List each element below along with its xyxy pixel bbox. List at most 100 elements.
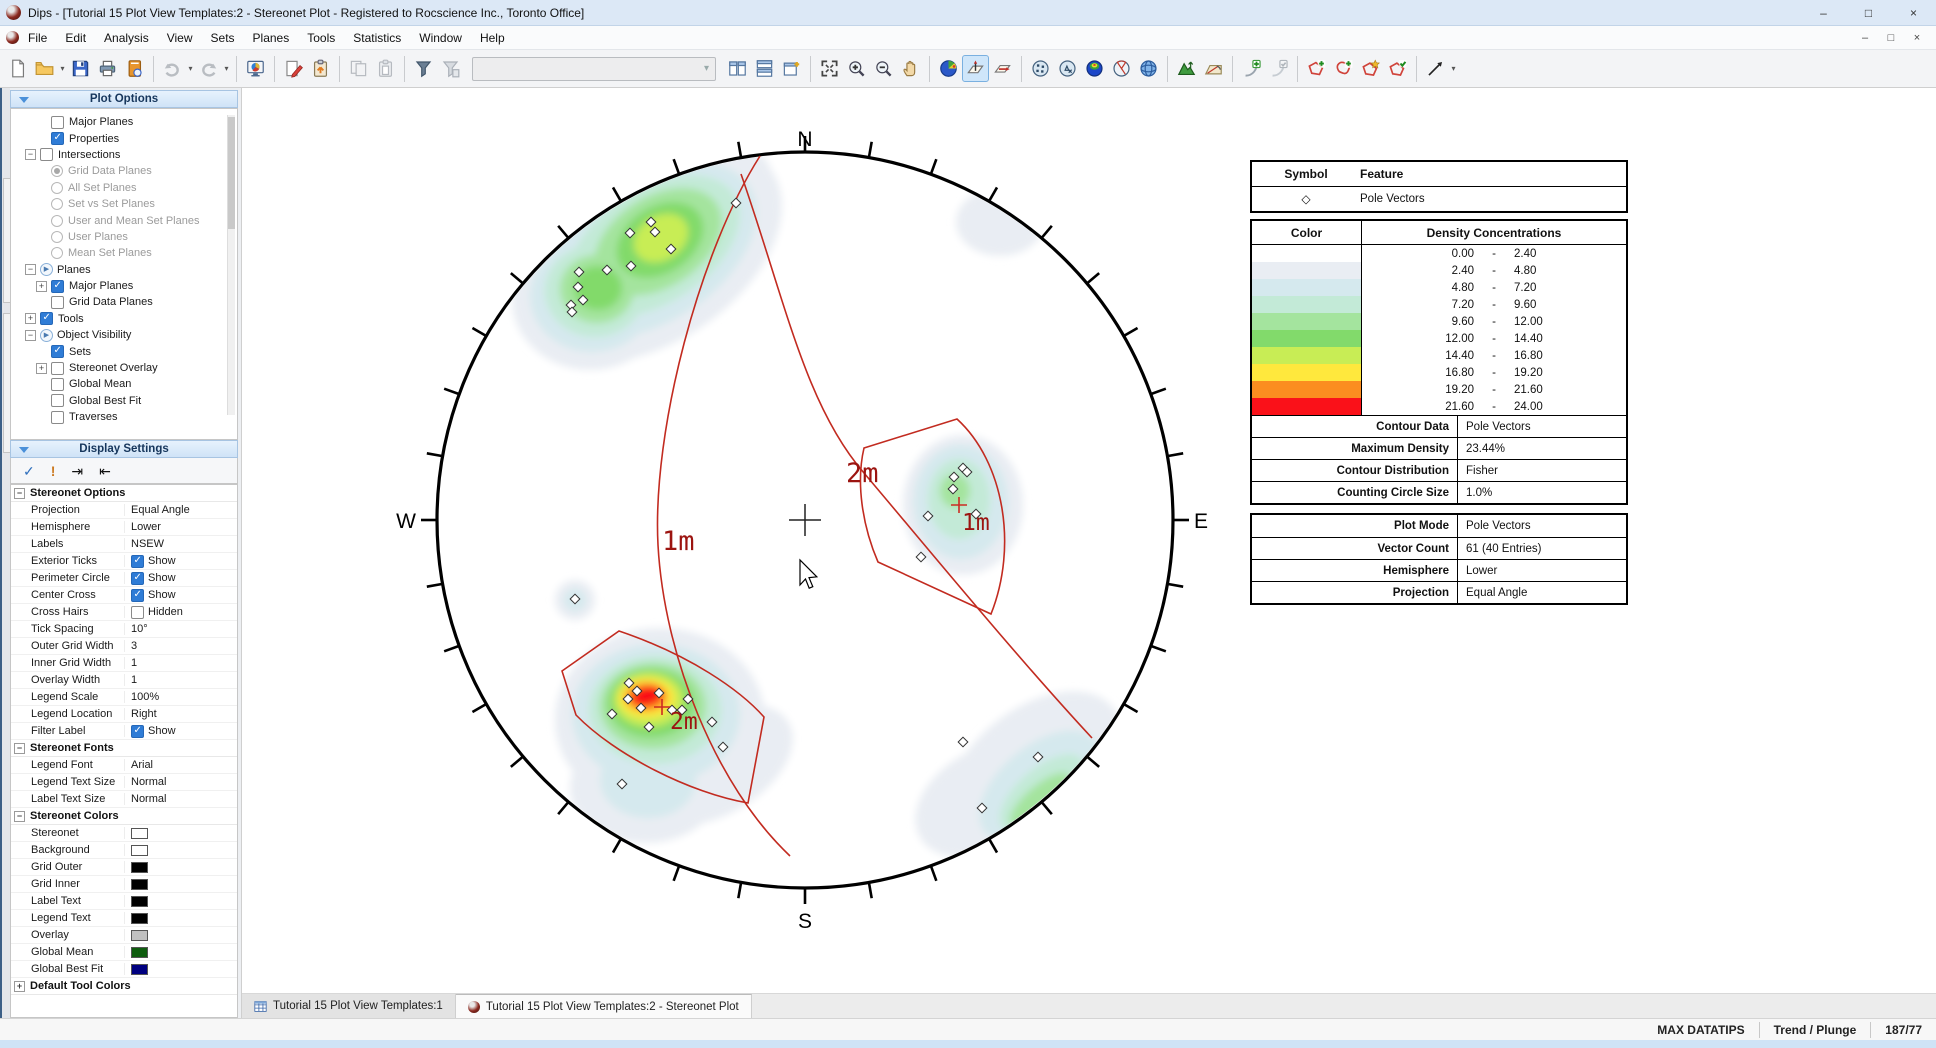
zoom-out-button[interactable] <box>870 55 897 82</box>
tick-spacing-value[interactable]: 10° <box>125 623 237 635</box>
stereonet-plot[interactable]: 1m 2m 1m 2m N S W E <box>242 88 1936 993</box>
mdi-restore-button[interactable]: □ <box>1878 32 1904 44</box>
checkbox[interactable] <box>51 377 64 391</box>
menu-sets[interactable]: Sets <box>202 28 244 48</box>
major-planes-plot-button[interactable] <box>989 55 1016 82</box>
filter-data-button[interactable] <box>410 55 437 82</box>
checkbox[interactable] <box>131 588 144 602</box>
menu-file[interactable]: File <box>19 28 56 48</box>
radio[interactable] <box>51 198 63 211</box>
legend-font-value[interactable]: Arial <box>125 759 237 771</box>
restore-button[interactable]: □ <box>1846 0 1891 26</box>
apply-warning-button[interactable]: ! <box>51 464 56 478</box>
section-default-tool-colors[interactable]: + Default Tool Colors <box>11 978 237 995</box>
tree-item-major-planes-2[interactable]: +Major Planes <box>11 278 237 294</box>
exterior-ticks-value[interactable]: Show <box>125 554 237 568</box>
checkbox[interactable] <box>131 605 144 619</box>
filter-query-button[interactable] <box>437 55 464 82</box>
save-button[interactable] <box>67 55 94 82</box>
tree-item-grid-data-planes-2[interactable]: Grid Data Planes <box>11 294 237 310</box>
color-swatch[interactable] <box>131 861 148 873</box>
checkbox[interactable] <box>51 132 64 146</box>
color-swatch[interactable] <box>131 878 148 890</box>
tree-item-global-best-fit[interactable]: Global Best Fit <box>11 393 237 409</box>
perimeter-circle-value[interactable]: Show <box>125 571 237 585</box>
tree-item-sets[interactable]: Sets <box>11 343 237 359</box>
cross-hairs-value[interactable]: Hidden <box>125 605 237 619</box>
center-cross-value[interactable]: Show <box>125 588 237 602</box>
expand-expander-icon[interactable]: + <box>36 362 47 374</box>
section-stereonet-fonts[interactable]: − Stereonet Fonts <box>11 740 237 757</box>
tree-item-major-planes[interactable]: Major Planes <box>11 114 237 130</box>
color-swatch[interactable] <box>131 912 148 924</box>
minimize-button[interactable]: – <box>1801 0 1846 26</box>
color-swatch[interactable] <box>131 895 148 907</box>
terrain-view-button[interactable] <box>1173 55 1200 82</box>
color-swatch[interactable] <box>131 929 148 941</box>
radio[interactable] <box>51 230 63 243</box>
menu-analysis[interactable]: Analysis <box>95 28 158 48</box>
print-button[interactable] <box>94 55 121 82</box>
zoom-extents-button[interactable] <box>816 55 843 82</box>
tree-item-object-visibility[interactable]: − ▶ Object Visibility <box>11 327 237 343</box>
collapse-expander-icon[interactable]: − <box>25 329 36 341</box>
tree-item-global-mean[interactable]: Global Mean <box>11 376 237 392</box>
tree-item-all-set-planes[interactable]: All Set Planes <box>11 180 237 196</box>
plot-options-header[interactable]: Plot Options <box>10 90 238 108</box>
new-window-button[interactable] <box>778 55 805 82</box>
contour-overlay-button[interactable] <box>1081 55 1108 82</box>
mdi-minimize-button[interactable]: – <box>1852 32 1878 44</box>
edit-data-button[interactable] <box>280 55 307 82</box>
presentation-mode-button[interactable] <box>242 55 269 82</box>
collapse-expander-icon[interactable]: − <box>25 264 36 276</box>
inner-grid-width-value[interactable]: 1 <box>125 657 237 669</box>
mdi-close-button[interactable]: × <box>1904 32 1930 44</box>
tree-item-mean-set-planes[interactable]: Mean Set Planes <box>11 245 237 261</box>
section-stereonet-options[interactable]: − Stereonet Options <box>11 485 237 502</box>
scatter-plot-button[interactable] <box>1027 55 1054 82</box>
contour-plot-button[interactable] <box>935 55 962 82</box>
arrow-button-icon[interactable]: ▶ <box>40 328 53 342</box>
color-swatch[interactable] <box>131 963 148 975</box>
apply-check-button[interactable]: ✓ <box>23 464 35 478</box>
menu-planes[interactable]: Planes <box>244 28 299 48</box>
radio[interactable] <box>51 165 63 178</box>
color-swatch[interactable] <box>131 844 148 856</box>
tree-item-properties[interactable]: Properties <box>11 130 237 146</box>
checkbox[interactable] <box>40 312 53 326</box>
export-settings-button[interactable]: ⇥ <box>71 464 83 478</box>
add-set-window-button[interactable] <box>1303 55 1330 82</box>
open-file-button[interactable] <box>31 55 58 82</box>
legend-scale-value[interactable]: 100% <box>125 691 237 703</box>
paste-button[interactable] <box>372 55 399 82</box>
expand-expander-icon[interactable]: + <box>36 280 47 292</box>
hemisphere-value[interactable]: Lower <box>125 521 237 533</box>
rosette-plot-button[interactable] <box>1108 55 1135 82</box>
checkbox[interactable] <box>51 345 64 359</box>
expand-expander-icon[interactable]: + <box>25 313 36 325</box>
pan-button[interactable] <box>897 55 924 82</box>
zoom-in-button[interactable] <box>843 55 870 82</box>
outer-grid-width-value[interactable]: 3 <box>125 640 237 652</box>
tree-item-traverses[interactable]: Traverses <box>11 409 237 425</box>
tile-horizontal-button[interactable] <box>751 55 778 82</box>
tab-stereonet-plot[interactable]: Tutorial 15 Plot View Templates:2 - Ster… <box>455 994 752 1018</box>
redo-button[interactable] <box>195 55 222 82</box>
label-text-size-value[interactable]: Normal <box>125 793 237 805</box>
menu-tools[interactable]: Tools <box>298 28 344 48</box>
menu-statistics[interactable]: Statistics <box>344 28 410 48</box>
measure-angle-button[interactable] <box>1422 55 1449 82</box>
checkbox[interactable] <box>51 410 64 424</box>
edit-plane-button[interactable] <box>1265 55 1292 82</box>
tree-item-stereonet-overlay[interactable]: + Stereonet Overlay <box>11 360 237 376</box>
measure-dropdown-caret[interactable]: ▾ <box>1449 64 1458 73</box>
legend-location-value[interactable]: Right <box>125 708 237 720</box>
report-generator-button[interactable] <box>121 55 148 82</box>
radio[interactable] <box>51 214 63 227</box>
collapse-expander-icon[interactable]: − <box>25 149 36 161</box>
menu-window[interactable]: Window <box>410 28 471 48</box>
projection-value[interactable]: Equal Angle <box>125 504 237 516</box>
checkbox[interactable] <box>51 361 64 375</box>
menu-help[interactable]: Help <box>471 28 514 48</box>
menu-edit[interactable]: Edit <box>56 28 95 48</box>
